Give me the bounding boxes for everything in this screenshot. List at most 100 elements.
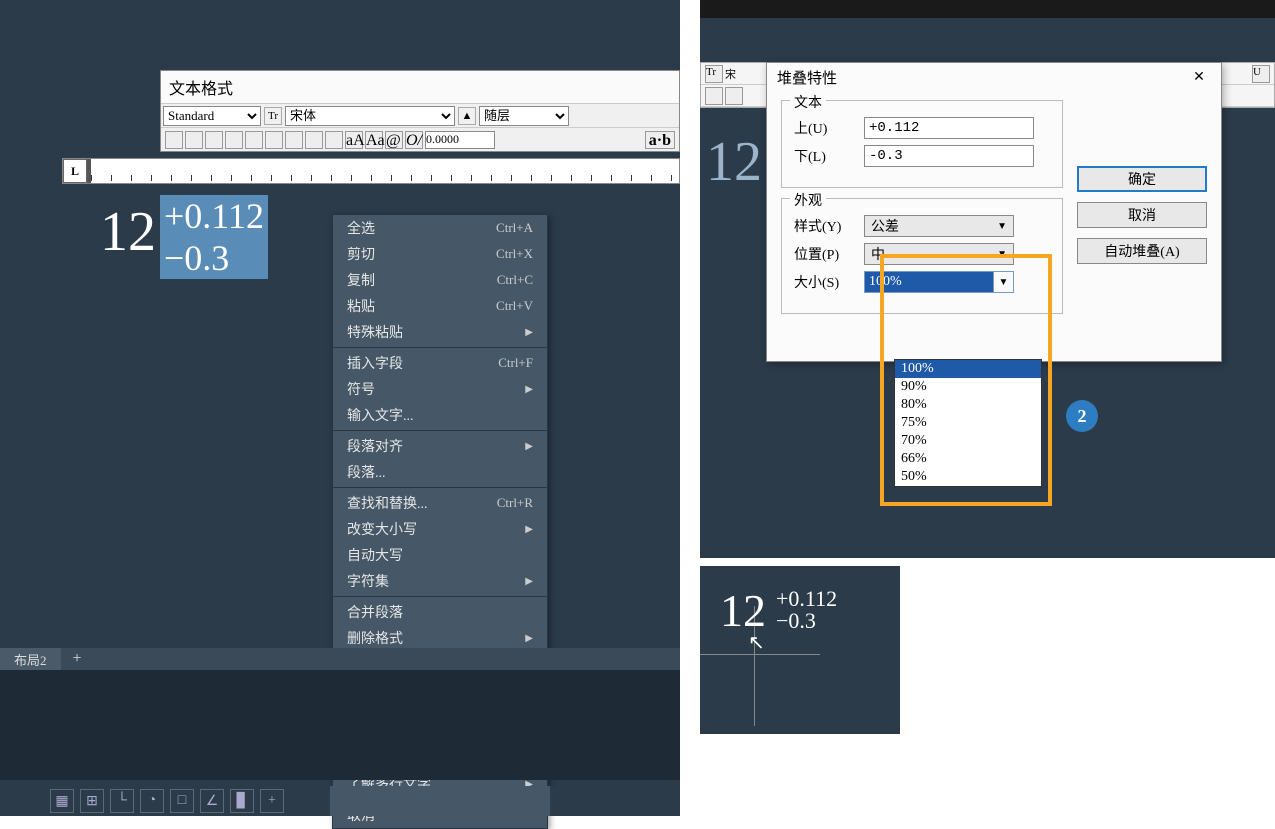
ruler: L	[62, 158, 680, 184]
ctx-cut[interactable]: 剪切Ctrl+X	[333, 241, 547, 267]
text-fieldset-label: 文本	[790, 92, 826, 112]
ctx-copy[interactable]: 复制Ctrl+C	[333, 267, 547, 293]
tab-layout2[interactable]: 布局2	[0, 648, 61, 671]
ok-button[interactable]: 确定	[1077, 166, 1207, 192]
ctx-paste-special[interactable]: 特殊粘贴▶	[333, 319, 547, 345]
distribute-icon[interactable]	[265, 131, 283, 149]
line-spacing-icon[interactable]	[285, 131, 303, 149]
snap-icon[interactable]: ⊞	[80, 789, 104, 813]
preview-base: 12	[720, 585, 766, 636]
size-label: 大小(S)	[794, 272, 854, 292]
tt-spacing-icon[interactable]	[725, 87, 743, 105]
tolerance-upper: +0.112	[164, 195, 264, 237]
ab-tracking-icon[interactable]: a·b	[645, 131, 675, 149]
dd-option-66[interactable]: 66%	[895, 450, 1041, 468]
ruler-l-badge: L	[63, 159, 87, 183]
appearance-fieldset: 外观 样式(Y) 公差▼ 位置(P) 中▼ 大小(S) 100% ▼	[781, 198, 1063, 314]
font-icon: Tr	[264, 107, 282, 125]
cursor-icon: ↖	[748, 630, 765, 655]
cad-editor-panel: 文本格式 Standard Tr 宋体 ▲ 随层 aA Aa @ O/ a·b	[0, 0, 680, 816]
oblique-value[interactable]	[425, 131, 495, 149]
result-preview: 12 +0.112 −0.3 ↖	[700, 566, 900, 734]
stack-properties-dialog: 堆叠特性 ✕ 文本 上(U) 下(L) 外观 样式(Y) 公差▼	[766, 62, 1222, 362]
ctx-charset[interactable]: 字符集▶	[333, 568, 547, 594]
lower-input[interactable]	[864, 145, 1034, 167]
dd-option-70[interactable]: 70%	[895, 432, 1041, 450]
lowercase-icon[interactable]: Aa	[365, 131, 383, 149]
autostack-button[interactable]: 自动堆叠(A)	[1077, 238, 1207, 264]
ctx-change-case[interactable]: 改变大小写▶	[333, 516, 547, 542]
style-select-dlg[interactable]: 公差▼	[864, 215, 1014, 237]
ortho-icon[interactable]: └	[110, 789, 134, 813]
tt-underline-icon[interactable]: U	[1252, 65, 1270, 83]
cancel-button[interactable]: 取消	[1077, 202, 1207, 228]
dd-option-50[interactable]: 50%	[895, 468, 1041, 486]
lwt-icon[interactable]: +	[260, 789, 284, 813]
ctx-autocaps[interactable]: 自动大写	[333, 542, 547, 568]
osnap-icon[interactable]: □	[170, 789, 194, 813]
right-top-bar	[700, 0, 1275, 18]
callout-2: 2	[1066, 400, 1098, 432]
appearance-fieldset-label: 外观	[790, 190, 826, 210]
ctx-paste[interactable]: 粘贴Ctrl+V	[333, 293, 547, 319]
position-select[interactable]: 中▼	[864, 243, 1014, 265]
dialog-titlebar[interactable]: 堆叠特性 ✕	[767, 63, 1221, 92]
text-fieldset: 文本 上(U) 下(L)	[781, 100, 1063, 188]
grid-icon[interactable]: ▦	[50, 789, 74, 813]
ruler-body[interactable]	[87, 159, 679, 183]
ctx-find-replace[interactable]: 查找和替换...Ctrl+R	[333, 490, 547, 516]
ctx-import-text[interactable]: 输入文字...	[333, 402, 547, 428]
tolerance-selection[interactable]: +0.112 −0.3	[160, 195, 268, 279]
command-area[interactable]	[0, 670, 680, 780]
size-value: 100%	[865, 272, 993, 292]
uppercase-icon[interactable]: aA	[345, 131, 363, 149]
dd-option-90[interactable]: 90%	[895, 378, 1041, 396]
dd-option-100[interactable]: 100%	[895, 360, 1041, 378]
align-center-icon[interactable]	[205, 131, 223, 149]
style-label: 样式(Y)	[794, 216, 854, 236]
annotative-icon[interactable]: ▲	[458, 107, 476, 125]
text-format-title: 文本格式	[161, 71, 679, 103]
layout-tabs: 布局2 +	[0, 648, 680, 670]
upper-label: 上(U)	[794, 118, 854, 138]
size-combo[interactable]: 100% ▼	[864, 271, 1014, 293]
text-format-toolbar: 文本格式 Standard Tr 宋体 ▲ 随层 aA Aa @ O/ a·b	[160, 70, 680, 152]
font-select[interactable]: 宋体	[285, 106, 455, 126]
ctx-select-all[interactable]: 全选Ctrl+A	[333, 215, 547, 241]
numbering-icon[interactable]	[305, 131, 323, 149]
field-icon[interactable]	[325, 131, 343, 149]
text-format-row2: aA Aa @ O/ a·b	[161, 127, 679, 151]
tt-font-icon: Tr	[705, 65, 723, 83]
text-base-value: 12	[100, 200, 156, 264]
justify-icon[interactable]	[245, 131, 263, 149]
ctx-symbol[interactable]: 符号▶	[333, 376, 547, 402]
text-format-row1: Standard Tr 宋体 ▲ 随层	[161, 103, 679, 127]
align-left-icon[interactable]	[185, 131, 203, 149]
dd-option-80[interactable]: 80%	[895, 396, 1041, 414]
symbol-icon[interactable]: @	[385, 131, 403, 149]
layer-select[interactable]: 随层	[479, 106, 569, 126]
chevron-down-icon[interactable]: ▼	[993, 272, 1013, 292]
chevron-down-icon: ▼	[997, 221, 1007, 232]
preview-lower: −0.3	[776, 610, 816, 632]
size-dropdown: 100% 90% 80% 75% 70% 66% 50%	[894, 359, 1042, 487]
ctx-insert-field[interactable]: 插入字段Ctrl+F	[333, 350, 547, 376]
ruler-icon[interactable]	[165, 131, 183, 149]
faded-preview-12: 12	[706, 130, 762, 194]
polar-icon[interactable]: ◔	[140, 789, 164, 813]
style-select[interactable]: Standard	[163, 106, 261, 126]
dialog-title: 堆叠特性	[777, 67, 837, 88]
dyn-icon[interactable]: ▊	[230, 789, 254, 813]
dd-option-75[interactable]: 75%	[895, 414, 1041, 432]
ctx-merge-para[interactable]: 合并段落	[333, 599, 547, 625]
ctx-para-align[interactable]: 段落对齐▶	[333, 433, 547, 459]
ctx-paragraph[interactable]: 段落...	[333, 459, 547, 485]
close-icon[interactable]: ✕	[1187, 68, 1211, 88]
tolerance-lower: −0.3	[164, 237, 264, 279]
upper-input[interactable]	[864, 117, 1034, 139]
align-right-icon[interactable]	[225, 131, 243, 149]
oblique-icon[interactable]: O/	[405, 131, 423, 149]
tt-align-icon[interactable]	[705, 87, 723, 105]
tab-add[interactable]: +	[63, 648, 92, 670]
otrack-icon[interactable]: ∠	[200, 789, 224, 813]
